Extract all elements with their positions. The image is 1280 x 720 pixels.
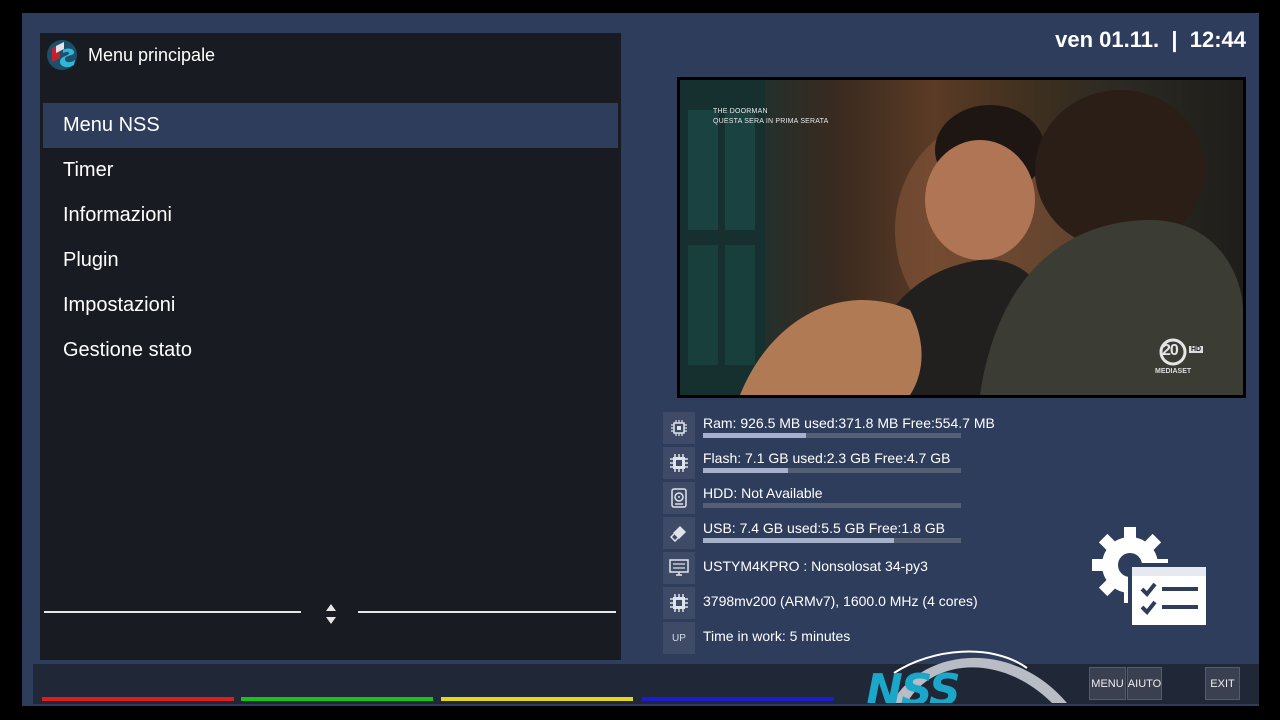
red-key-indicator[interactable] <box>42 697 234 701</box>
scroll-up-down-icon[interactable] <box>324 602 338 626</box>
menu-item-timer[interactable]: Timer <box>43 148 618 193</box>
nss-logo-text: NSS <box>866 665 961 703</box>
uptime-info: Time in work: 5 minutes <box>703 628 851 644</box>
scroll-divider-right <box>358 611 616 613</box>
usb-usage-fill <box>703 538 894 543</box>
exit-button[interactable]: EXIT <box>1205 667 1240 700</box>
program-subtitle: QUESTA SERA IN PRIMA SERATA <box>713 118 829 125</box>
nss-app-icon <box>47 40 77 70</box>
usb-icon <box>663 517 695 549</box>
hdd-icon <box>663 482 695 514</box>
cpu-icon <box>663 587 695 619</box>
channel-logo: 20 HD MEDIASET <box>1155 338 1207 380</box>
nss-logo: NSS <box>862 643 1072 703</box>
menu-title: Menu principale <box>88 45 216 65</box>
monitor-icon <box>663 552 695 584</box>
program-title: THE DOORMAN <box>713 108 768 115</box>
flash-chip-icon <box>663 447 695 479</box>
menu-item-impostazioni[interactable]: Impostazioni <box>43 283 618 328</box>
date-time: ven 01.11. | 12:44 <box>1055 27 1246 52</box>
usb-usage-bar <box>703 538 961 543</box>
info-row-cpu: 3798mv200 (ARMv7), 1600.0 MHz (4 cores) <box>663 586 1003 621</box>
usb-info: USB: 7.4 GB used:5.5 GB Free:1.8 GB <box>703 520 946 536</box>
menu-item-plugin[interactable]: Plugin <box>43 238 618 283</box>
ram-info: Ram: 926.5 MB used:371.8 MB Free:554.7 M… <box>703 415 995 431</box>
info-row-usb: USB: 7.4 GB used:5.5 GB Free:1.8 GB <box>663 516 1003 551</box>
info-row-hdd: HDD: Not Available <box>663 481 1003 516</box>
flash-usage-bar <box>703 468 961 473</box>
info-row-box: USTYM4KPRO : Nonsolosat 34-py3 <box>663 551 1003 586</box>
flash-usage-fill <box>703 468 789 473</box>
tv-picture: THE DOORMAN QUESTA SERA IN PRIMA SERATA … <box>680 80 1243 395</box>
channel-logo-brand: MEDIASET <box>1155 368 1192 375</box>
menu-item-informazioni[interactable]: Informazioni <box>43 193 618 238</box>
info-row-flash: Flash: 7.1 GB used:2.3 GB Free:4.7 GB <box>663 446 1003 481</box>
memory-chip-icon <box>663 412 695 444</box>
flash-info: Flash: 7.1 GB used:2.3 GB Free:4.7 GB <box>703 450 951 466</box>
box-model-info: USTYM4KPRO : Nonsolosat 34-py3 <box>703 558 928 574</box>
ram-usage-fill <box>703 433 807 438</box>
scroll-divider-left <box>44 611 301 613</box>
ram-usage-bar <box>703 433 961 438</box>
info-row-ram: Ram: 926.5 MB used:371.8 MB Free:554.7 M… <box>663 411 1003 446</box>
menu-list: Menu NSS Timer Informazioni Plugin Impos… <box>43 103 618 373</box>
menu-button[interactable]: MENU <box>1089 667 1126 700</box>
help-button[interactable]: AIUTO <box>1127 667 1162 700</box>
program-banner: THE DOORMAN QUESTA SERA IN PRIMA SERATA <box>713 107 828 127</box>
cpu-info: 3798mv200 (ARMv7), 1600.0 MHz (4 cores) <box>703 593 978 609</box>
system-info-list: Ram: 926.5 MB used:371.8 MB Free:554.7 M… <box>663 411 1003 656</box>
hdd-info: HDD: Not Available <box>703 485 823 501</box>
yellow-key-indicator[interactable] <box>441 697 633 701</box>
settings-gear-checklist-icon <box>1092 527 1208 627</box>
video-preview: THE DOORMAN QUESTA SERA IN PRIMA SERATA … <box>677 77 1246 398</box>
menu-item-menu-nss[interactable]: Menu NSS <box>43 103 618 148</box>
main-menu-panel: Menu principale Menu NSS Timer Informazi… <box>40 33 621 660</box>
blue-key-indicator[interactable] <box>642 697 834 701</box>
hdd-usage-bar <box>703 503 961 508</box>
channel-logo-hd: HD <box>1189 346 1204 353</box>
channel-logo-number: 20 <box>1162 342 1179 359</box>
green-key-indicator[interactable] <box>241 697 433 701</box>
uptime-icon: UP <box>663 622 695 654</box>
menu-item-gestione-stato[interactable]: Gestione stato <box>43 328 618 373</box>
